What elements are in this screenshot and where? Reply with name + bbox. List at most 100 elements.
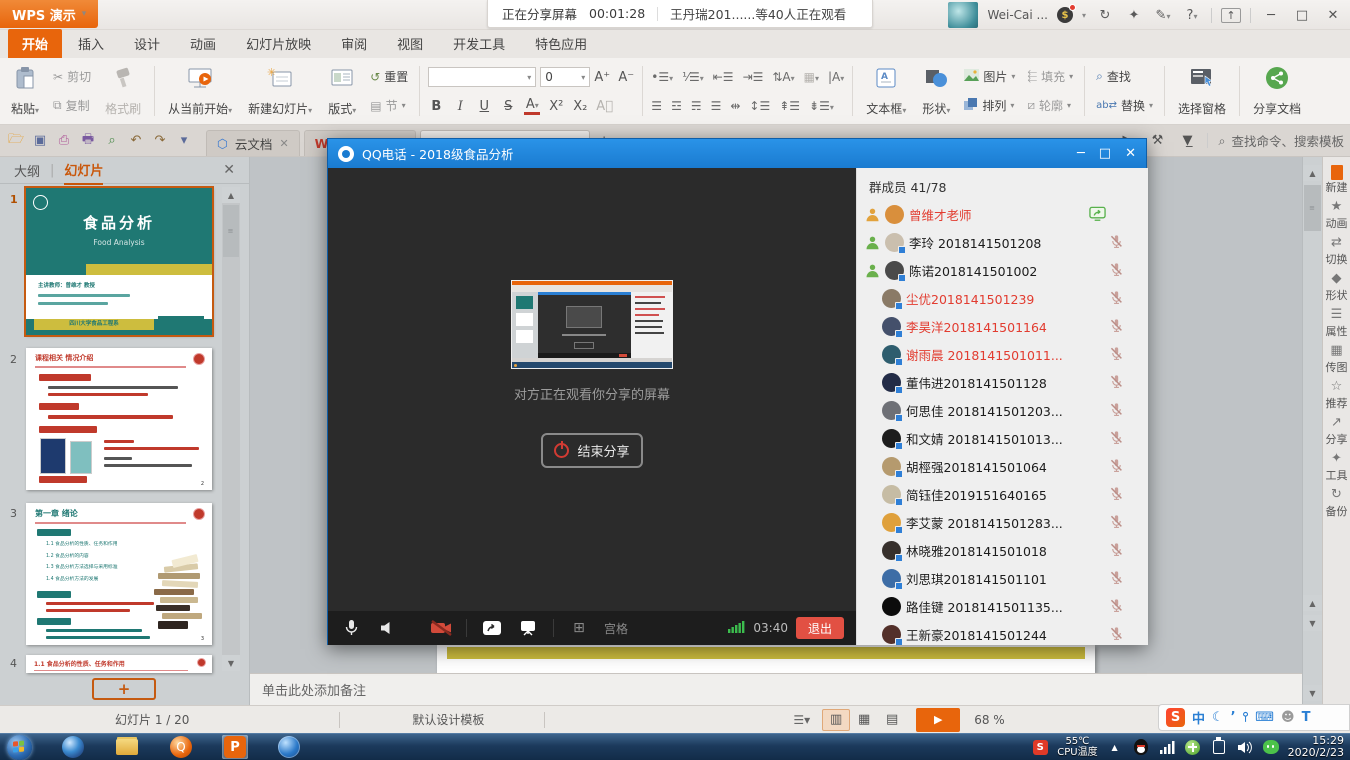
minimize-button[interactable]: ─ — [1260, 8, 1282, 23]
print-icon[interactable]: 🖶 — [78, 130, 98, 152]
more-tools-icon[interactable]: ▼̲ — [1177, 133, 1197, 148]
close-tab-icon[interactable]: ✕ — [279, 137, 288, 150]
ime-keyboard-icon[interactable]: ⌨ — [1255, 710, 1274, 725]
slide-thumbnail-3[interactable]: 第一章 绪论 1.1 食品分析的性质、任务和作用1.2 食品分析的内容1.3 食… — [26, 503, 212, 645]
qq-window-titlebar[interactable]: QQ电话 - 2018级食品分析 ─ □ ✕ — [328, 139, 1146, 168]
notes-area[interactable]: 单击此处添加备注 — [250, 673, 1302, 705]
share-document-button[interactable]: 分享文档 — [1248, 62, 1306, 120]
undo-icon[interactable]: ↶ — [126, 133, 146, 148]
tray-volume-icon[interactable] — [1236, 738, 1254, 756]
section-button[interactable]: ▤节▾ — [367, 96, 411, 115]
selection-pane-button[interactable]: 选择窗格 — [1173, 62, 1231, 120]
rail-item-备份[interactable]: ↻备份 — [1323, 489, 1350, 518]
add-slide-button[interactable]: + — [92, 678, 156, 700]
taskbar-internet-icon[interactable] — [276, 735, 302, 759]
grid-view-label[interactable]: 宫格 — [604, 620, 628, 637]
rail-item-推荐[interactable]: ☆推荐 — [1323, 381, 1350, 410]
bullets-button[interactable]: •☰▾ — [651, 70, 673, 84]
distribute-button[interactable]: ⇹ — [730, 99, 740, 113]
bold-button[interactable]: B — [428, 99, 444, 114]
clear-format-button[interactable]: A⃠ — [596, 99, 613, 114]
ime-profile-icon[interactable]: ☻ — [1281, 710, 1295, 725]
ribbon-tab[interactable]: 设计 — [120, 29, 174, 58]
member-row[interactable]: 陈诺2018141501002 — [857, 256, 1148, 284]
taskbar-clock[interactable]: 15:292020/2/23 — [1288, 735, 1344, 759]
tray-security-icon[interactable] — [1184, 738, 1202, 756]
find-button[interactable]: ⌕查找 — [1093, 67, 1156, 86]
picture-button[interactable]: 图片▾ — [961, 67, 1018, 86]
member-row[interactable]: 路佳键 2018141501135... — [857, 592, 1148, 620]
member-row[interactable]: 林晓雅2018141501018 — [857, 536, 1148, 564]
tray-wechat-icon[interactable] — [1262, 738, 1280, 756]
redo-icon[interactable]: ↷ — [150, 133, 170, 148]
member-row[interactable]: 曾维才老师 — [857, 200, 1148, 228]
para-after-button[interactable]: ⇟☰▾ — [809, 99, 834, 113]
member-row[interactable]: 胡桱强2018141501064 — [857, 452, 1148, 480]
taskbar-wps-icon[interactable]: P — [222, 735, 248, 759]
ribbon-tab[interactable]: 插入 — [64, 29, 118, 58]
help-icon[interactable]: ?▾ — [1182, 8, 1202, 23]
ribbon-tab[interactable]: 视图 — [383, 29, 437, 58]
justify-button[interactable]: ☰ — [711, 99, 722, 113]
font-name-select[interactable]: ▾ — [428, 67, 536, 87]
copy-button[interactable]: ⧉复制 — [50, 96, 94, 115]
tray-sogou-icon[interactable]: S — [1031, 738, 1049, 756]
maximize-button[interactable]: □ — [1291, 8, 1313, 23]
play-from-current-button[interactable]: 从当前开始▾ — [163, 62, 237, 120]
taskbar-app-icon[interactable]: Q — [168, 735, 194, 759]
member-coin-icon[interactable]: $ — [1057, 7, 1073, 23]
previous-slide-icon[interactable]: ▲ — [1303, 595, 1322, 611]
tab-outline[interactable]: 大纲 — [14, 161, 40, 180]
doc-tab-cloud[interactable]: ⬡ 云文档✕ — [206, 130, 300, 156]
line-spacing-button[interactable]: ↕☰ — [749, 99, 770, 113]
scroll-up-icon[interactable]: ▲ — [1303, 165, 1322, 181]
command-search-box[interactable]: ⌕ 查找命令、搜索模板 — [1218, 131, 1344, 150]
subscript-button[interactable]: X₂ — [572, 99, 588, 114]
user-avatar[interactable] — [948, 2, 978, 28]
new-slide-button[interactable]: ✳ 新建幻灯片▾ — [243, 62, 317, 120]
rail-item-分享[interactable]: ↗分享 — [1323, 417, 1350, 446]
align-left-button[interactable]: ☰ — [651, 99, 662, 113]
ribbon-tab[interactable]: 开始 — [8, 29, 62, 58]
ribbon-tab[interactable]: 动画 — [176, 29, 230, 58]
tray-network-icon[interactable] — [1158, 738, 1176, 756]
slide-thumbnail-2[interactable]: 课程相关 情况介绍 2 — [26, 348, 212, 490]
member-row[interactable]: 董伟进2018141501128 — [857, 368, 1148, 396]
exit-call-button[interactable]: 退出 — [796, 617, 844, 639]
qq-close-button[interactable]: ✕ — [1125, 146, 1136, 161]
format-painter-button[interactable]: 格式刷 — [100, 62, 146, 120]
rail-item-形状[interactable]: ◆形状 — [1323, 273, 1350, 302]
member-row[interactable]: 简钰佳2019151640165 — [857, 480, 1148, 508]
member-row[interactable]: 李昊洋2018141501164 — [857, 312, 1148, 340]
qq-maximize-button[interactable]: □ — [1099, 146, 1111, 161]
speaker-button[interactable] — [376, 618, 398, 638]
layout-button[interactable]: 版式▾ — [323, 62, 361, 120]
close-panel-icon[interactable]: ✕ — [223, 162, 235, 178]
fill-button[interactable]: ⬱填充▾ — [1024, 67, 1076, 86]
skin-icon[interactable]: ✎▾ — [1153, 8, 1173, 23]
chevron-down-icon[interactable]: ▾ — [1082, 11, 1086, 20]
member-row[interactable]: 和文婧 2018141501013... — [857, 424, 1148, 452]
arrange-button[interactable]: 排列▾ — [961, 96, 1018, 115]
export-pdf-icon[interactable]: ⎙ — [54, 133, 74, 148]
tab-slides[interactable]: 幻灯片 — [64, 156, 103, 185]
template-name[interactable]: 默认设计模板 — [412, 711, 484, 728]
end-share-button[interactable]: 结束分享 — [541, 433, 643, 468]
scrollbar-handle[interactable]: ≡ — [1304, 185, 1321, 231]
align-right-button[interactable]: ☴ — [691, 99, 702, 113]
tray-qq-icon[interactable] — [1132, 738, 1150, 756]
member-row[interactable]: 尘优2018141501239 — [857, 284, 1148, 312]
scrollbar-handle[interactable]: ≡ — [223, 205, 239, 257]
microphone-button[interactable] — [340, 618, 362, 638]
share-screen-button[interactable] — [481, 618, 503, 638]
next-slide-icon[interactable]: ▼ — [1303, 615, 1322, 631]
upload-icon[interactable]: ↑ — [1221, 8, 1241, 23]
taskbar-browser-icon[interactable] — [60, 735, 86, 759]
whiteboard-button[interactable] — [517, 618, 539, 638]
ime-cn-mode-icon[interactable]: 中 — [1192, 708, 1205, 727]
columns-button[interactable]: ▦▾ — [804, 70, 819, 84]
ribbon-tab[interactable]: 审阅 — [327, 29, 381, 58]
reading-view-button[interactable]: ▤ — [878, 709, 906, 731]
underline-button[interactable]: U — [476, 99, 492, 114]
vip-icon[interactable]: ✦ — [1124, 8, 1144, 23]
